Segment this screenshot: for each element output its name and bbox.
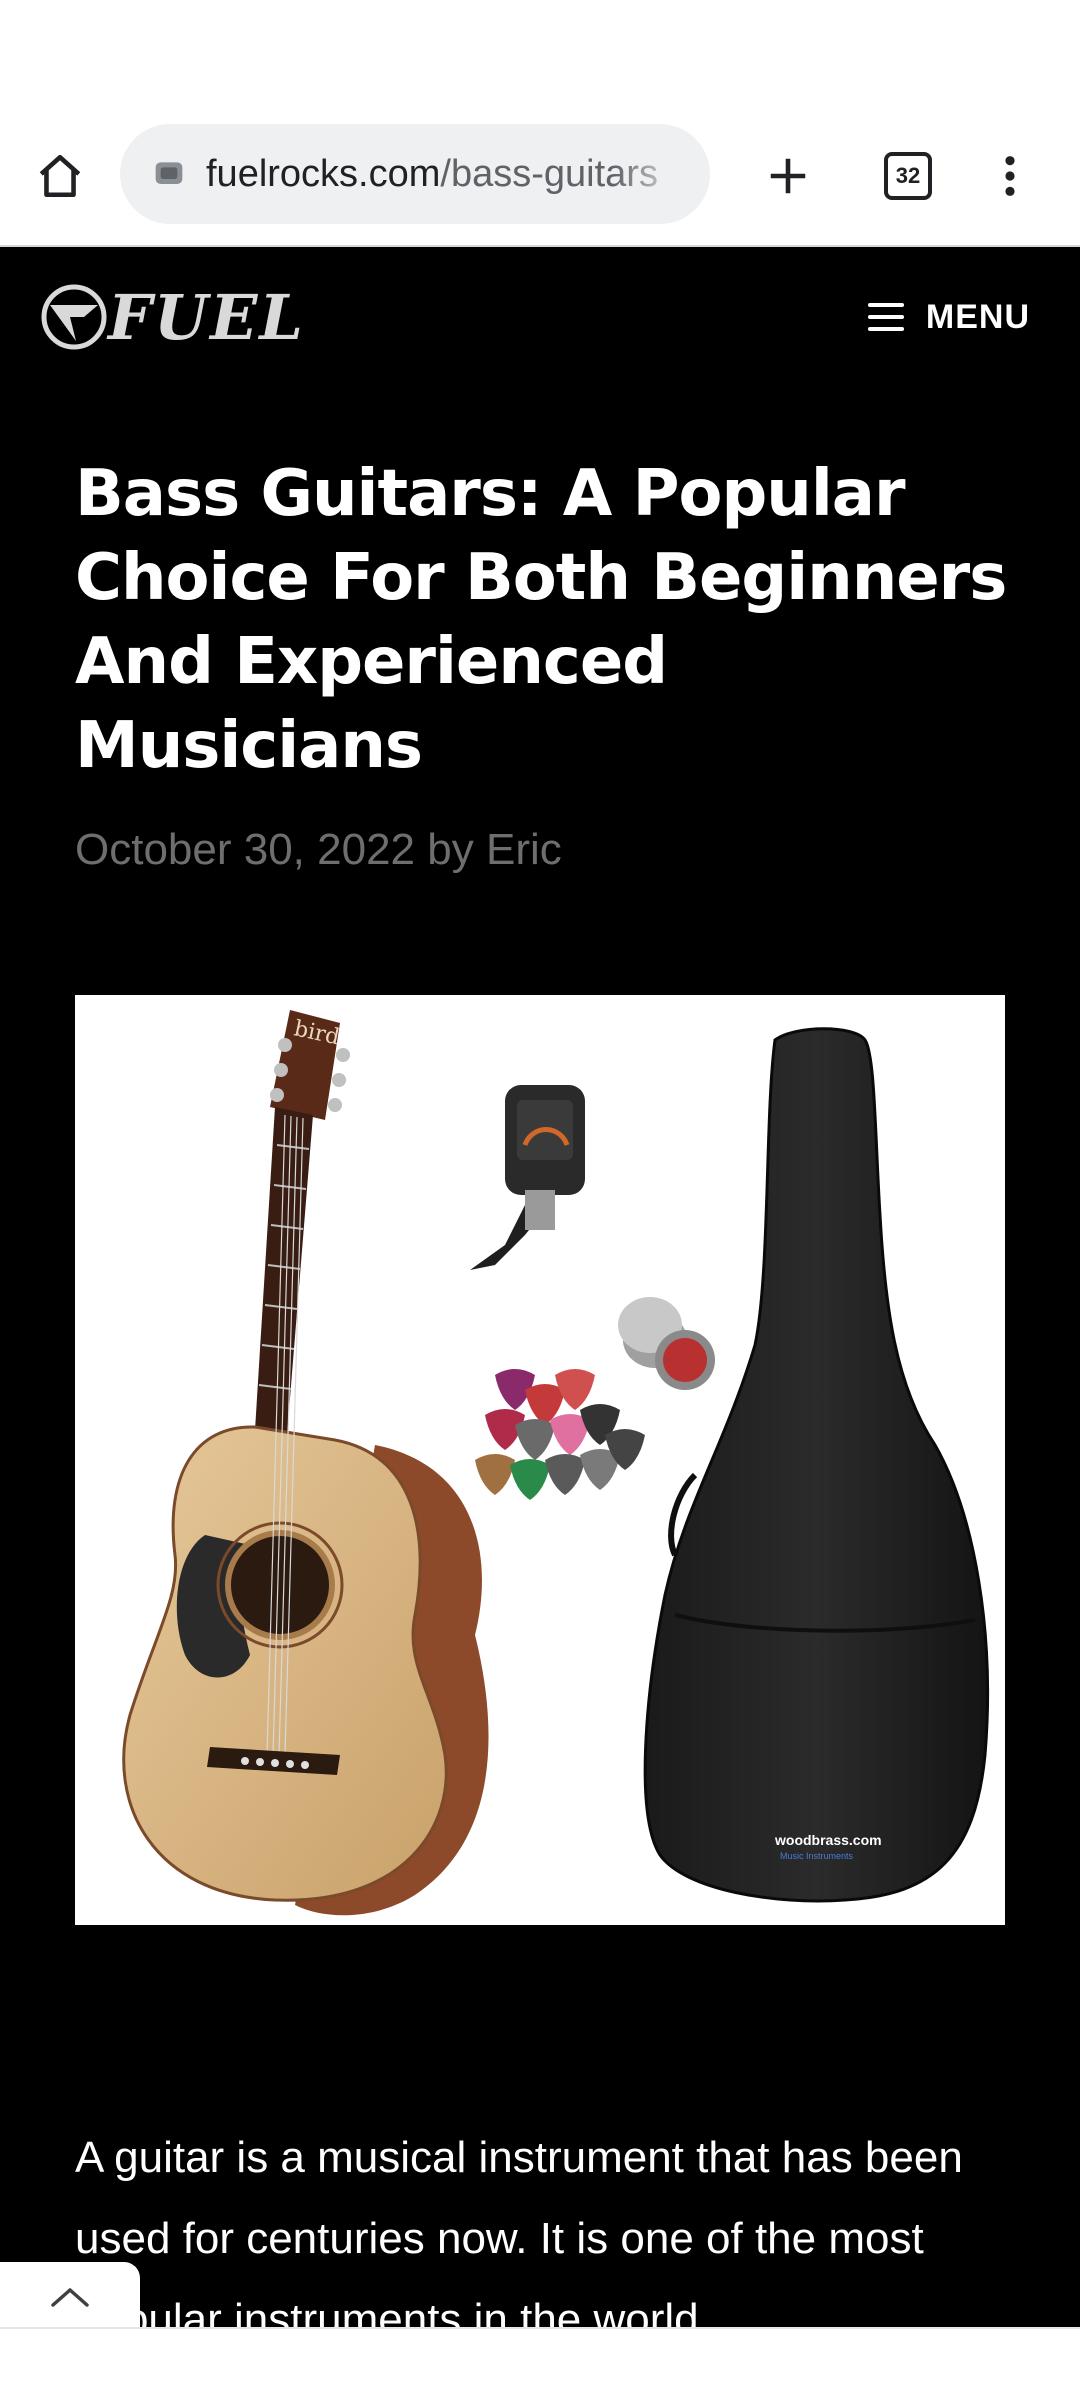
article-title: Bass Guitars: A Popular Choice For Both … — [75, 457, 1007, 783]
home-icon — [39, 154, 81, 198]
home-button[interactable] — [24, 140, 96, 212]
post-date[interactable]: October 30, 2022 — [75, 825, 415, 874]
site-menu-label: MENU — [925, 297, 1030, 336]
url-text: fuelrocks.com/bass-guitars — [206, 153, 686, 196]
site-header: FUEL MENU — [0, 247, 1080, 387]
site-menu-button[interactable]: MENU — [867, 287, 1030, 347]
new-tab-button[interactable] — [752, 140, 824, 212]
more-vert-icon — [1005, 156, 1015, 196]
logo-text: FUEL — [106, 281, 305, 354]
bag-brand: woodbrass.com — [774, 1832, 882, 1848]
more-options-button[interactable] — [974, 140, 1046, 212]
chevron-up-icon — [51, 2288, 89, 2307]
url-domain: fuelrocks.com — [206, 152, 441, 195]
browser-toolbar: fuelrocks.com/bass-guitars 32 — [0, 120, 1080, 246]
address-bar[interactable]: fuelrocks.com/bass-guitars — [120, 124, 710, 224]
hamburger-icon — [867, 303, 904, 331]
tuner-illustration — [470, 1085, 585, 1270]
web-page: FUEL MENU Bass Guitars: A Popular Choice… — [0, 247, 1080, 2327]
status-bar — [0, 0, 1080, 120]
picks-illustration — [475, 1369, 645, 1500]
url-path: /bass-guitars — [440, 152, 658, 195]
site-logo[interactable]: FUEL — [40, 277, 370, 357]
post-author[interactable]: Eric — [486, 825, 562, 874]
bag-brand-sub: Music Instruments — [780, 1851, 854, 1861]
pick-tin-illustration — [618, 1297, 715, 1390]
scroll-to-top-button[interactable] — [0, 2262, 140, 2332]
byline: October 30, 2022 by Eric — [75, 825, 562, 875]
site-info-icon[interactable] — [146, 151, 192, 197]
plus-icon — [770, 158, 806, 194]
gig-bag-illustration: woodbrass.com Music Instruments — [643, 1027, 990, 1903]
guitar-illustration: bird — [122, 1010, 489, 1916]
tab-switcher-button[interactable]: 32 — [872, 140, 944, 212]
article-body-paragraph: A guitar is a musical instrument that ha… — [75, 2133, 963, 2327]
bottom-bar — [0, 2327, 1080, 2402]
byline-by: by — [427, 825, 474, 874]
tab-count: 32 — [884, 152, 932, 200]
featured-image: bird woodbrass.com Music Instruments — [75, 995, 1005, 1925]
